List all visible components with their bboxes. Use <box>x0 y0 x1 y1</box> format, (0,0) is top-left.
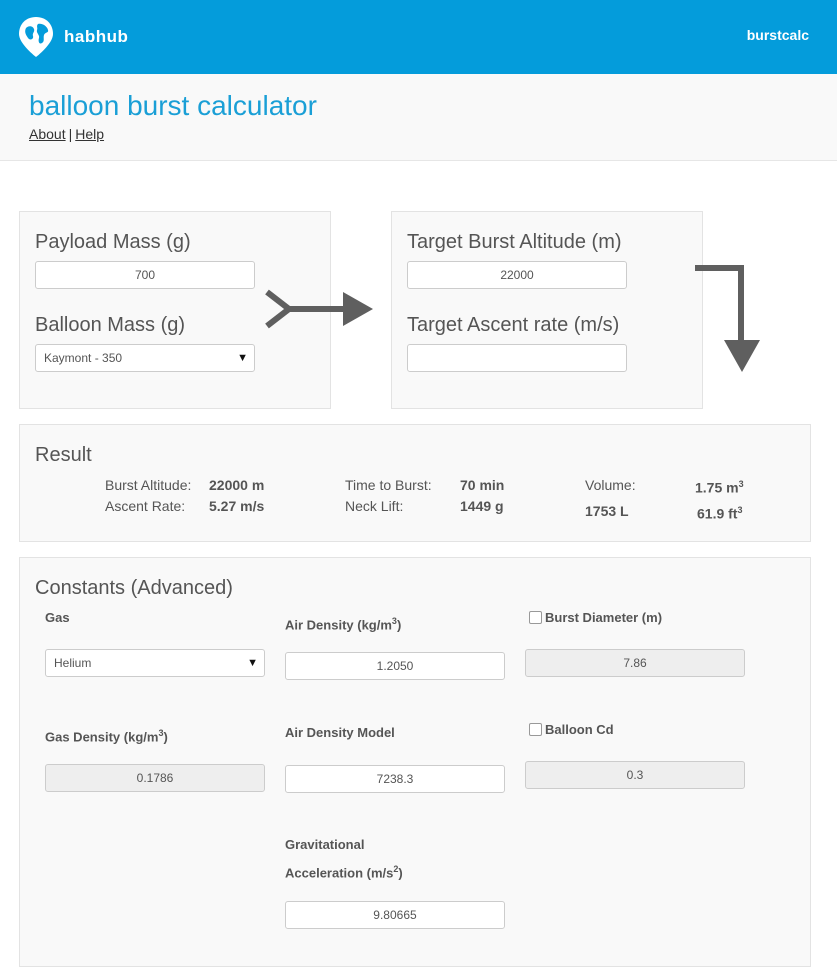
volume-label: Volume: <box>585 477 636 493</box>
page-title: balloon burst calculator <box>29 90 317 121</box>
air-density-model-input[interactable] <box>285 765 505 793</box>
gravitational-label-line1: Gravitational <box>285 837 365 852</box>
gas-density-label-paren: ) <box>163 729 168 745</box>
target-inputs-panel: Target Burst Altitude (m) Target Ascent … <box>391 211 703 409</box>
arrow-down-icon <box>695 265 760 372</box>
volume-ft3-value: 61.9 ft3 <box>697 505 742 522</box>
constants-panel: Constants (Advanced) Gas Helium ▼ Air De… <box>19 557 811 967</box>
time-to-burst-value: 70 min <box>460 477 505 493</box>
neck-lift-value: 1449 g <box>460 498 504 514</box>
gravitational-label-paren: ) <box>398 865 403 881</box>
volume-litres-value: 1753 L <box>585 503 629 519</box>
burst-diameter-input[interactable] <box>525 649 745 677</box>
balloon-cd-input[interactable] <box>525 761 745 789</box>
payload-mass-input[interactable] <box>35 261 255 289</box>
volume-m3-superscript: 3 <box>738 479 744 489</box>
gravitational-acceleration-input[interactable] <box>285 901 505 929</box>
gas-label: Gas <box>45 610 70 625</box>
chevron-down-icon: ▼ <box>237 352 248 364</box>
gas-density-label-text: Gas Density (kg/m <box>45 729 159 745</box>
ascent-rate-value: 5.27 m/s <box>209 498 265 514</box>
neck-lift-label: Neck Lift: <box>345 498 404 514</box>
top-navbar: habhub burstcalc <box>0 0 837 74</box>
result-title: Result <box>35 444 92 466</box>
nav-link-burstcalc[interactable]: burstcalc <box>747 27 809 43</box>
arrow-right-icon <box>265 289 373 329</box>
volume-m3-value: 1.75 m3 <box>695 479 744 496</box>
result-panel: Result Burst Altitude: 22000 m Ascent Ra… <box>19 424 811 542</box>
volume-ft3-superscript: 3 <box>737 505 743 515</box>
balloon-mass-selected: Kaymont - 350 <box>44 351 123 365</box>
brand-name[interactable]: habhub <box>64 27 128 47</box>
payload-mass-label: Payload Mass (g) <box>35 231 191 253</box>
page-header: balloon burst calculator About | Help <box>0 74 837 161</box>
gravitational-label-line2: Acceleration (m/s2) <box>285 857 403 885</box>
volume-ft3-number: 61.9 ft <box>697 505 738 522</box>
balloon-mass-label: Balloon Mass (g) <box>35 314 186 336</box>
gas-density-label: Gas Density (kg/m3) <box>45 721 168 749</box>
time-to-burst-label: Time to Burst: <box>345 477 432 493</box>
burst-altitude-value: 22000 m <box>209 477 265 493</box>
subnav-separator: | <box>68 126 73 142</box>
chevron-down-icon: ▼ <box>247 657 258 669</box>
air-density-label-text: Air Density (kg/m <box>285 617 392 633</box>
air-density-model-label: Air Density Model <box>285 725 395 740</box>
target-ascent-rate-input[interactable] <box>407 344 627 372</box>
help-link[interactable]: Help <box>75 126 104 142</box>
gravitational-label-text: Acceleration (m/s <box>285 865 394 881</box>
globe-pin-icon[interactable] <box>18 16 54 58</box>
constants-title: Constants (Advanced) <box>35 577 233 599</box>
burst-diameter-checkbox[interactable] <box>529 611 542 624</box>
air-density-label-paren: ) <box>396 617 402 633</box>
balloon-cd-checkbox[interactable] <box>529 723 542 736</box>
volume-m3-number: 1.75 m <box>695 479 739 496</box>
subnav: About | Help <box>29 126 104 142</box>
air-density-input[interactable] <box>285 652 505 680</box>
about-link[interactable]: About <box>29 126 66 142</box>
burst-altitude-label: Burst Altitude: <box>105 477 192 493</box>
balloon-mass-select[interactable]: Kaymont - 350 ▼ <box>35 344 255 372</box>
ascent-rate-label: Ascent Rate: <box>105 498 186 514</box>
gas-select[interactable]: Helium ▼ <box>45 649 265 677</box>
target-burst-altitude-input[interactable] <box>407 261 627 289</box>
target-burst-altitude-label: Target Burst Altitude (m) <box>407 231 622 253</box>
target-ascent-rate-label: Target Ascent rate (m/s) <box>407 314 620 336</box>
air-density-label: Air Density (kg/m3) <box>285 609 401 637</box>
gas-selected: Helium <box>54 656 92 670</box>
balloon-cd-label: Balloon Cd <box>545 722 614 737</box>
gas-density-input[interactable] <box>45 764 265 792</box>
burst-diameter-label: Burst Diameter (m) <box>545 610 663 625</box>
